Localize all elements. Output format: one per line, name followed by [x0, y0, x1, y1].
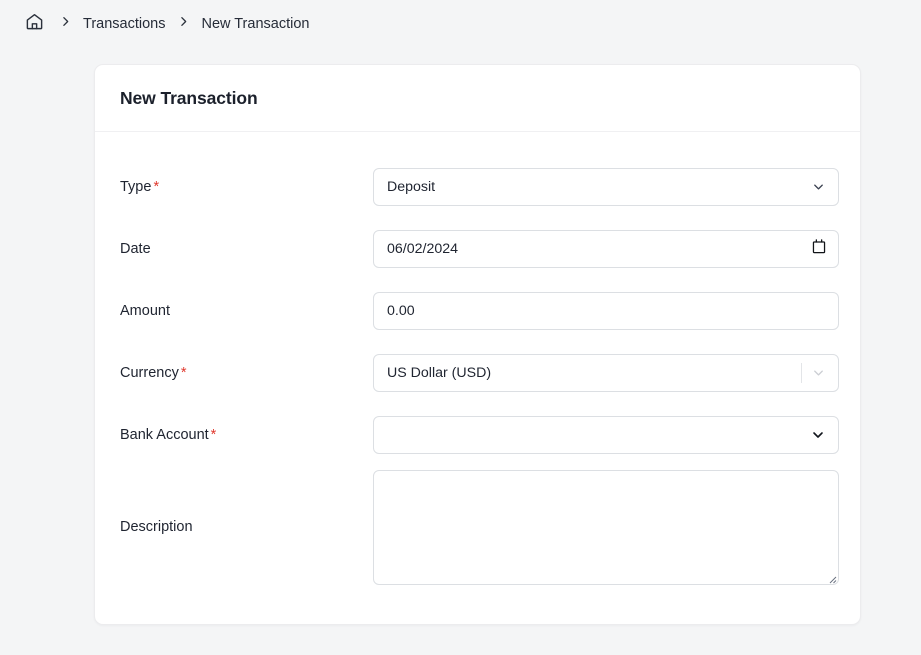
- label-type: Type*: [120, 179, 373, 195]
- control-type: Deposit: [373, 168, 839, 206]
- label-date: Date: [120, 241, 373, 257]
- label-amount: Amount: [120, 303, 373, 319]
- card-header: New Transaction: [95, 65, 860, 132]
- form-row-bank-account: Bank Account*: [120, 404, 835, 466]
- breadcrumb-separator-2: [165, 15, 201, 33]
- label-description: Description: [120, 519, 373, 535]
- description-textarea[interactable]: [373, 470, 839, 585]
- breadcrumb-item-new-transaction: New Transaction: [201, 16, 309, 32]
- label-currency: Currency*: [120, 365, 373, 381]
- breadcrumb-home-link[interactable]: [21, 11, 47, 37]
- type-select[interactable]: Deposit: [373, 168, 839, 206]
- chevron-right-icon: [177, 15, 190, 33]
- breadcrumb-separator-1: [47, 15, 83, 33]
- form-row-date: Date 06/02/2024: [120, 218, 835, 280]
- form-row-amount: Amount 0.00: [120, 280, 835, 342]
- form-row-currency: Currency* US Dollar (USD): [120, 342, 835, 404]
- chevron-right-icon: [59, 15, 72, 33]
- label-bank-account: Bank Account*: [120, 427, 373, 443]
- required-marker: *: [181, 365, 187, 381]
- currency-combobox[interactable]: US Dollar (USD): [373, 354, 839, 392]
- transaction-form: Type* Deposit Date 06/02/2024: [95, 132, 860, 588]
- new-transaction-card: New Transaction Type* Deposit Date: [94, 64, 861, 625]
- page-title: New Transaction: [120, 88, 258, 109]
- breadcrumb: Transactions New Transaction: [0, 0, 921, 48]
- breadcrumb-item-transactions[interactable]: Transactions: [83, 16, 165, 32]
- required-marker: *: [211, 427, 217, 443]
- form-row-description: Description: [120, 466, 835, 588]
- control-bank-account: [373, 416, 839, 454]
- control-description: [373, 470, 839, 585]
- form-row-type: Type* Deposit: [120, 156, 835, 218]
- control-date: 06/02/2024: [373, 230, 839, 268]
- control-currency: US Dollar (USD): [373, 354, 839, 392]
- control-amount: 0.00: [373, 292, 839, 330]
- bank-account-select[interactable]: [373, 416, 839, 454]
- home-icon: [25, 12, 44, 36]
- required-marker: *: [153, 179, 159, 195]
- date-input[interactable]: 06/02/2024: [373, 230, 839, 268]
- amount-input[interactable]: 0.00: [373, 292, 839, 330]
